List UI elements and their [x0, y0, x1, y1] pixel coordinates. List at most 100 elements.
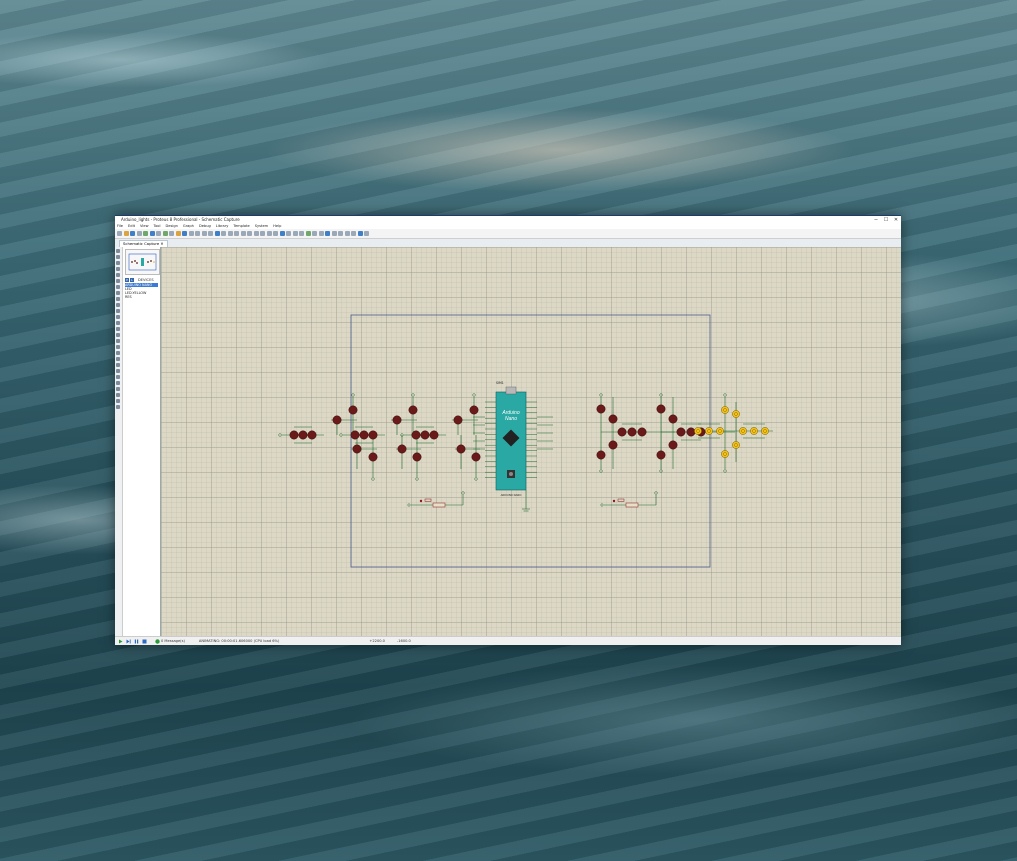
source-code-icon[interactable]	[175, 231, 181, 236]
signal-terminal	[407, 503, 411, 507]
generator-icon[interactable]	[116, 315, 120, 319]
step-icon[interactable]	[126, 639, 131, 644]
home-icon[interactable]	[143, 231, 148, 236]
netlist-icon[interactable]	[357, 231, 363, 236]
menu-debug[interactable]: Debug	[199, 224, 211, 228]
help-icon[interactable]	[182, 231, 187, 236]
zoom-area-icon[interactable]	[240, 231, 246, 236]
marker-icon[interactable]	[116, 381, 120, 385]
zoom-in-icon[interactable]	[221, 231, 226, 236]
pause-icon[interactable]	[134, 639, 139, 644]
schematic-icon[interactable]	[149, 231, 155, 236]
grid-icon[interactable]	[195, 231, 200, 236]
graph-icon[interactable]	[116, 303, 120, 307]
arduino-nano: Arduino Nano ARDUINO NANO SIM1	[495, 381, 527, 497]
symbol-icon[interactable]	[116, 375, 120, 379]
path-icon[interactable]	[116, 363, 120, 367]
menu-template[interactable]: Template	[233, 224, 249, 228]
copy-icon[interactable]	[266, 231, 272, 236]
undo-icon[interactable]	[247, 231, 252, 236]
open-folder-icon[interactable]	[123, 231, 129, 236]
menu-graph[interactable]: Graph	[183, 224, 194, 228]
menu-design[interactable]: Design	[166, 224, 178, 228]
pan-icon[interactable]	[214, 231, 220, 236]
wire-autorouter-icon[interactable]	[325, 231, 330, 236]
crosshair-icon[interactable]	[208, 231, 213, 236]
block-move-icon[interactable]	[286, 231, 291, 236]
pick-devices-button[interactable]: P	[125, 277, 129, 282]
animation-status: ANIMATING: 00:00:01.606000 (CPU load 6%)	[198, 639, 280, 643]
cut-icon[interactable]	[260, 231, 265, 236]
refresh-icon[interactable]	[188, 231, 194, 236]
block-rotate-icon[interactable]	[292, 231, 298, 236]
paste-icon[interactable]	[273, 231, 278, 236]
property-assign-icon[interactable]	[338, 231, 343, 236]
menu-file[interactable]: File	[117, 224, 123, 228]
signal-terminal	[278, 433, 282, 437]
remove-sheet-icon[interactable]	[351, 231, 356, 236]
menu-system[interactable]: System	[255, 224, 268, 228]
stop-icon[interactable]	[142, 639, 147, 644]
voltage-probe-icon[interactable]	[116, 321, 120, 325]
gerber-icon[interactable]	[162, 231, 168, 236]
junction-dot-icon[interactable]	[116, 261, 120, 265]
led-yellow	[732, 410, 740, 418]
menu-library[interactable]: Library	[216, 224, 229, 228]
close-icon[interactable]: ✕	[891, 217, 901, 223]
subcircuit-icon[interactable]	[116, 285, 120, 289]
save-icon[interactable]	[130, 231, 135, 236]
led-yellow	[739, 427, 747, 435]
resistor	[625, 502, 639, 508]
bom-icon[interactable]	[169, 231, 174, 236]
menu-help[interactable]: Help	[273, 224, 281, 228]
electrical-rule-check-icon[interactable]	[364, 231, 369, 236]
decompose-icon[interactable]	[318, 231, 324, 236]
new-sheet-icon[interactable]	[344, 231, 350, 236]
pick-device-icon[interactable]	[305, 231, 311, 236]
origin-icon[interactable]	[201, 231, 207, 236]
rotate-anticlockwise-icon[interactable]	[116, 393, 120, 397]
device-pins-icon[interactable]	[116, 297, 120, 301]
led-yellow	[750, 427, 758, 435]
search-icon[interactable]	[331, 231, 337, 236]
minimize-icon[interactable]: ─	[871, 217, 881, 223]
block-copy-icon[interactable]	[279, 231, 285, 236]
arc-icon[interactable]	[116, 357, 120, 361]
close-project-icon[interactable]	[136, 231, 142, 236]
virtual-instruments-icon[interactable]	[116, 333, 120, 337]
block-delete-icon[interactable]	[299, 231, 304, 236]
current-probe-icon[interactable]	[116, 327, 120, 331]
tab-close-icon[interactable]: ✕	[160, 241, 163, 246]
text-script-icon[interactable]	[116, 273, 120, 277]
redo-icon[interactable]	[253, 231, 259, 236]
component-mode-icon[interactable]	[116, 255, 120, 259]
menu-view[interactable]: View	[140, 224, 149, 228]
tab-schematic-capture[interactable]: Schematic Capture ✕	[119, 240, 168, 247]
zoom-all-icon[interactable]	[234, 231, 239, 236]
messages-count[interactable]: 0 Message(s)	[161, 639, 185, 643]
wire-label-icon[interactable]	[116, 267, 120, 271]
list-item[interactable]: RES	[125, 295, 158, 299]
new-file-icon[interactable]	[117, 231, 122, 236]
make-device-icon[interactable]	[312, 231, 317, 236]
text-icon[interactable]	[116, 369, 120, 373]
circle-icon[interactable]	[116, 351, 120, 355]
maximize-icon[interactable]: ☐	[881, 217, 891, 223]
buses-icon[interactable]	[116, 279, 120, 283]
box-icon[interactable]	[116, 345, 120, 349]
mirror-x-icon[interactable]	[116, 399, 120, 403]
tape-recorder-icon[interactable]	[116, 309, 120, 313]
menu-edit[interactable]: Edit	[128, 224, 135, 228]
library-manager-button[interactable]: L	[130, 277, 134, 282]
schematic-canvas[interactable]: Arduino Nano ARDUINO NANO SIM1	[161, 247, 901, 637]
overview-window[interactable]	[125, 249, 160, 275]
terminals-icon[interactable]	[116, 291, 120, 295]
menu-tool[interactable]: Tool	[154, 224, 161, 228]
line-icon[interactable]	[116, 339, 120, 343]
zoom-out-icon[interactable]	[227, 231, 233, 236]
mirror-y-icon[interactable]	[116, 405, 120, 409]
rotate-clockwise-icon[interactable]	[116, 387, 120, 391]
selection-mode-icon[interactable]	[116, 249, 120, 253]
pcb-icon[interactable]	[156, 231, 161, 236]
play-icon[interactable]	[118, 639, 123, 644]
